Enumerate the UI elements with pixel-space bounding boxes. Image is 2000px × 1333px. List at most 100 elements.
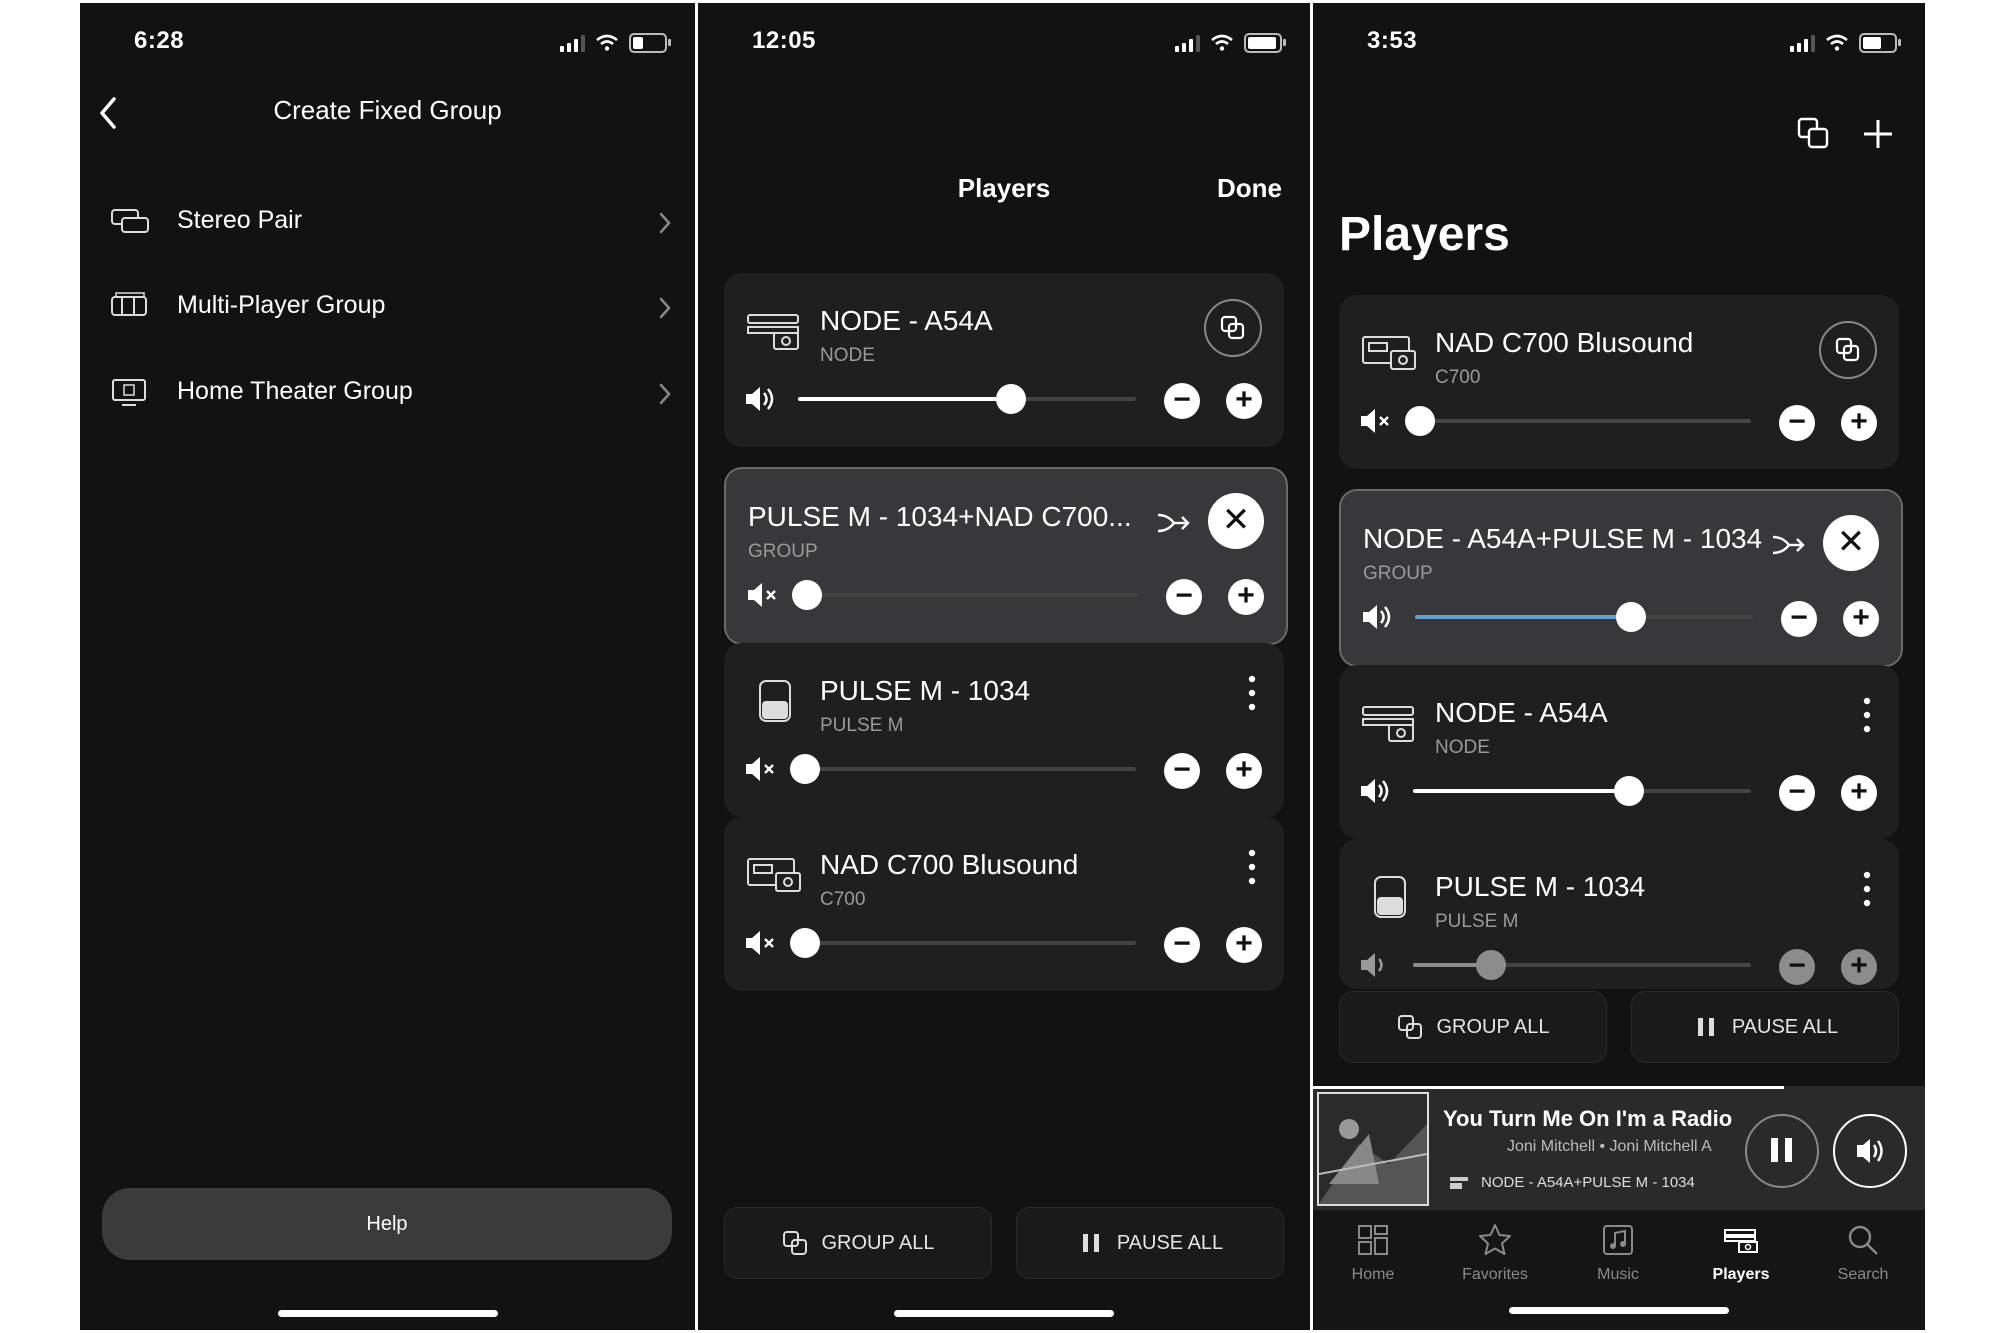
- player-card-group[interactable]: PULSE M - 1034+NAD C700... GROUP ✕ − +: [724, 467, 1288, 645]
- slider-thumb[interactable]: [1616, 602, 1647, 632]
- chevron-right-icon: [659, 383, 671, 405]
- volume-down-button[interactable]: −: [1781, 601, 1817, 637]
- group-all-button[interactable]: GROUP ALL: [1339, 991, 1607, 1063]
- tab-music[interactable]: Music: [1558, 1222, 1678, 1284]
- mute-icon[interactable]: [742, 751, 778, 787]
- home-indicator: [894, 1310, 1114, 1317]
- volume-up-button[interactable]: +: [1841, 775, 1877, 811]
- volume-down-button[interactable]: −: [1164, 383, 1200, 419]
- add-icon[interactable]: [1859, 115, 1897, 153]
- slider-thumb[interactable]: [789, 754, 820, 784]
- volume-slider[interactable]: [1413, 776, 1751, 806]
- volume-slider[interactable]: [1404, 406, 1751, 436]
- volume-icon[interactable]: [1359, 599, 1395, 635]
- volume-down-button[interactable]: −: [1164, 753, 1200, 789]
- volume-slider[interactable]: [798, 384, 1136, 414]
- volume-slider[interactable]: [789, 928, 1136, 958]
- tab-search[interactable]: Search: [1803, 1222, 1923, 1284]
- wifi-icon: [596, 34, 618, 51]
- help-button[interactable]: Help: [102, 1188, 672, 1260]
- volume-slider[interactable]: [789, 754, 1136, 784]
- playing-device: NODE - A54A+PULSE M - 1034: [1481, 1174, 1695, 1191]
- slider-thumb[interactable]: [1404, 406, 1435, 436]
- volume-down-button[interactable]: −: [1166, 579, 1202, 615]
- menu-item-multi-player-group[interactable]: Multi-Player Group: [80, 265, 695, 351]
- pulse-speaker-icon: [1374, 876, 1406, 918]
- volume-button[interactable]: [1833, 1114, 1907, 1188]
- home-grid-icon: [1358, 1225, 1388, 1255]
- volume-icon[interactable]: [1357, 773, 1393, 809]
- pause-all-button[interactable]: PAUSE ALL: [1631, 991, 1899, 1063]
- ungroup-close-button[interactable]: ✕: [1823, 515, 1879, 571]
- home-indicator: [1509, 1307, 1729, 1314]
- volume-down-button[interactable]: −: [1779, 405, 1815, 441]
- now-playing-bar[interactable]: You Turn Me On I'm a Radio Joni Mitchell…: [1313, 1086, 1925, 1210]
- volume-up-button[interactable]: +: [1226, 927, 1262, 963]
- status-bar: 6:28: [80, 27, 695, 63]
- group-icon[interactable]: [1795, 115, 1833, 153]
- volume-down-button[interactable]: −: [1779, 949, 1815, 985]
- more-options-icon[interactable]: [1863, 697, 1871, 733]
- battery-icon: [1859, 33, 1901, 53]
- volume-icon[interactable]: [1357, 947, 1393, 983]
- merge-icon[interactable]: [1154, 503, 1194, 543]
- player-card-group[interactable]: NODE - A54A+PULSE M - 1034 GROUP ✕ − +: [1339, 489, 1903, 667]
- slider-thumb[interactable]: [995, 384, 1026, 414]
- tab-players[interactable]: Players: [1681, 1222, 1801, 1284]
- player-card-node[interactable]: NODE - A54A NODE − +: [1339, 665, 1899, 839]
- album-art[interactable]: [1317, 1092, 1429, 1206]
- multi-player-icon: [111, 292, 147, 316]
- more-options-icon[interactable]: [1248, 849, 1256, 885]
- slider-thumb[interactable]: [791, 580, 822, 610]
- chevron-right-icon: [659, 297, 671, 319]
- player-card-nad[interactable]: NAD C700 Blusound C700 − +: [1339, 295, 1899, 469]
- page-title: Create Fixed Group: [273, 95, 502, 125]
- volume-up-button[interactable]: +: [1843, 601, 1879, 637]
- player-card-nad[interactable]: NAD C700 Blusound C700 − +: [724, 817, 1284, 991]
- battery-icon: [629, 33, 671, 53]
- volume-icon[interactable]: [742, 381, 778, 417]
- slider-thumb[interactable]: [1614, 776, 1645, 806]
- group-all-button[interactable]: GROUP ALL: [724, 1207, 992, 1279]
- mute-icon[interactable]: [742, 925, 778, 961]
- volume-down-button[interactable]: −: [1164, 927, 1200, 963]
- player-card-pulse[interactable]: PULSE M - 1034 PULSE M − +: [724, 643, 1284, 817]
- volume-up-button[interactable]: +: [1841, 405, 1877, 441]
- tab-home[interactable]: Home: [1313, 1222, 1433, 1284]
- volume-slider[interactable]: [1415, 602, 1753, 632]
- volume-down-button[interactable]: −: [1779, 775, 1815, 811]
- search-icon: [1848, 1225, 1878, 1255]
- home-indicator: [277, 1310, 498, 1317]
- volume-slider[interactable]: [1413, 950, 1751, 980]
- home-theater-icon: [112, 379, 146, 406]
- mute-icon[interactable]: [744, 577, 780, 613]
- menu-item-home-theater-group[interactable]: Home Theater Group: [80, 351, 695, 437]
- volume-up-button[interactable]: +: [1228, 579, 1264, 615]
- more-options-icon[interactable]: [1248, 675, 1256, 711]
- node-device-icon: [747, 314, 799, 350]
- group-button[interactable]: [1819, 321, 1877, 379]
- volume-slider[interactable]: [791, 580, 1138, 610]
- menu-item-stereo-pair[interactable]: Stereo Pair: [80, 180, 695, 266]
- status-time: 3:53: [1367, 27, 1418, 54]
- wifi-icon: [1211, 34, 1233, 51]
- signal-icon: [1790, 34, 1815, 52]
- pause-all-button[interactable]: PAUSE ALL: [1016, 1207, 1284, 1279]
- slider-thumb[interactable]: [1475, 950, 1506, 980]
- ungroup-close-button[interactable]: ✕: [1208, 493, 1264, 549]
- mute-icon[interactable]: [1357, 403, 1393, 439]
- volume-up-button[interactable]: +: [1841, 949, 1877, 985]
- more-options-icon[interactable]: [1863, 871, 1871, 907]
- group-name: NODE - A54A+PULSE M - 1034: [1363, 523, 1763, 554]
- done-button[interactable]: Done: [1217, 173, 1282, 204]
- track-title: You Turn Me On I'm a Radio: [1443, 1106, 1733, 1131]
- volume-up-button[interactable]: +: [1226, 753, 1262, 789]
- merge-icon[interactable]: [1769, 525, 1809, 565]
- player-card-node[interactable]: NODE - A54A NODE − +: [724, 273, 1284, 447]
- tab-favorites[interactable]: Favorites: [1435, 1222, 1555, 1284]
- pause-button[interactable]: [1745, 1114, 1819, 1188]
- slider-thumb[interactable]: [789, 928, 820, 958]
- volume-up-button[interactable]: +: [1226, 383, 1262, 419]
- group-button[interactable]: [1204, 299, 1262, 357]
- player-card-pulse[interactable]: PULSE M - 1034 PULSE M − +: [1339, 839, 1899, 989]
